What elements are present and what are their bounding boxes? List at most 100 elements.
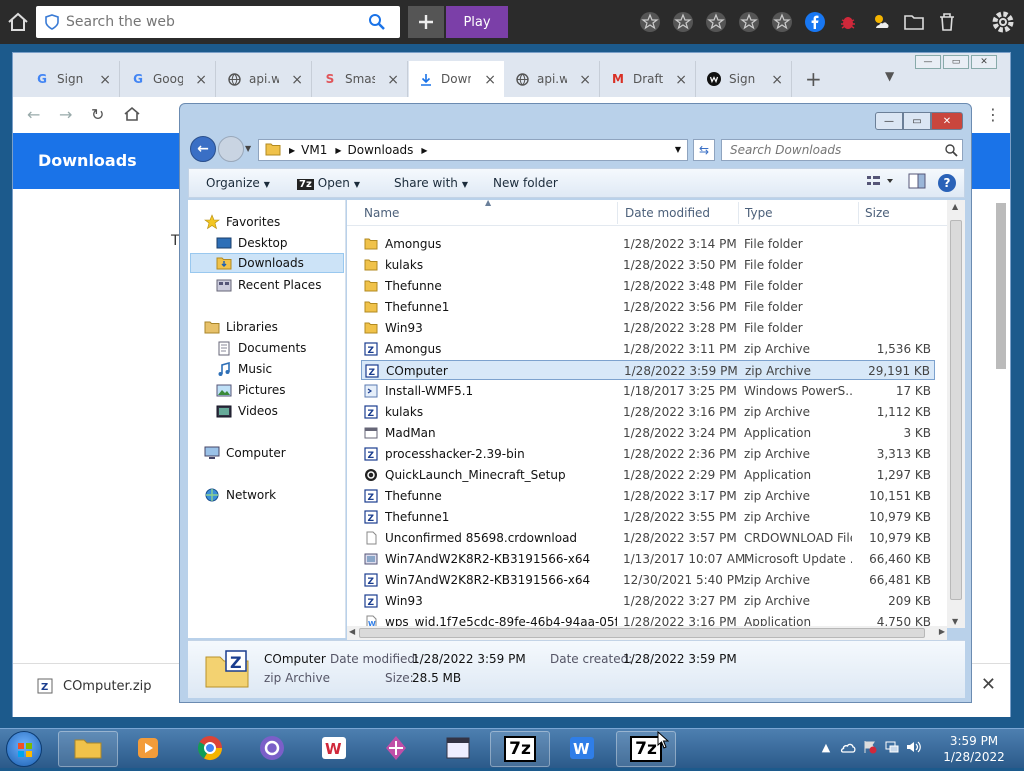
facebook-icon[interactable] (801, 8, 829, 36)
search-icon[interactable] (944, 143, 958, 157)
chevron-right-icon[interactable]: ▶ (289, 146, 295, 155)
close-icon[interactable]: ✕ (971, 55, 997, 69)
chevron-up-icon[interactable]: ▲ (818, 739, 834, 755)
file-row[interactable]: Win93 1/28/2022 3:28 PM File folder (361, 318, 935, 338)
taskbar-wps-office[interactable]: W (554, 731, 610, 767)
close-icon[interactable]: × (195, 72, 207, 88)
add-button[interactable] (408, 6, 444, 38)
gear-icon[interactable] (990, 9, 1016, 35)
new-tab-button[interactable]: + (805, 67, 822, 91)
close-icon[interactable]: × (771, 72, 783, 88)
home-icon[interactable] (123, 105, 141, 127)
tab-sign-in[interactable]: G Sign in × (25, 61, 120, 97)
tab-api-wp[interactable]: api.wp × (217, 61, 312, 97)
column-divider[interactable] (858, 202, 859, 224)
nav-videos[interactable]: Videos (216, 401, 278, 421)
taskbar-app-spark[interactable] (368, 731, 424, 767)
nav-recent-places[interactable]: Recent Places (216, 275, 321, 295)
tab-sign-up[interactable]: Sign up × (697, 61, 792, 97)
scrollbar-thumb[interactable] (996, 203, 1006, 369)
nav-computer[interactable]: Computer (204, 443, 286, 463)
play-button[interactable]: Play (446, 6, 508, 38)
home-icon[interactable] (6, 10, 30, 34)
file-row[interactable]: Win7AndW2K8R2-KB3191566-x64 1/13/2017 10:… (361, 549, 935, 569)
file-row[interactable]: Thefunne1 1/28/2022 3:56 PM File folder (361, 297, 935, 317)
page-scrollbar[interactable] (994, 193, 1006, 651)
close-icon[interactable]: ✕ (981, 674, 996, 695)
share-with-button[interactable]: Share with ▼ (394, 176, 468, 190)
taskbar-app-window[interactable] (430, 731, 486, 767)
file-row[interactable]: Zprocesshacker-2.39-bin 1/28/2022 2:36 PM… (361, 444, 935, 464)
nav-pictures[interactable]: Pictures (216, 380, 286, 400)
flag-icon[interactable] (862, 739, 878, 755)
network-tray-icon[interactable] (884, 739, 900, 755)
taskbar-chrome[interactable] (182, 731, 238, 767)
cloud-sync-icon[interactable] (840, 739, 856, 755)
start-button[interactable] (6, 731, 42, 767)
file-row[interactable]: kulaks 1/28/2022 3:50 PM File folder (361, 255, 935, 275)
scrollbar-thumb[interactable] (359, 628, 925, 638)
chevron-right-icon[interactable]: ▶ (335, 146, 341, 155)
chevron-down-icon[interactable]: ▼ (245, 144, 251, 153)
chevron-down-icon[interactable]: ▼ (885, 69, 894, 83)
minimize-icon[interactable]: — (915, 55, 941, 69)
star-icon[interactable] (669, 8, 697, 36)
trash-icon[interactable] (933, 8, 961, 36)
web-search-input[interactable] (64, 11, 364, 33)
taskbar-wps-writer[interactable]: W (306, 731, 362, 767)
tab-api-wp-2[interactable]: api.wp × (505, 61, 600, 97)
download-filename[interactable]: COmputer.zip (63, 679, 152, 694)
column-header-name[interactable]: Name (364, 206, 399, 220)
column-header-type[interactable]: Type (745, 206, 773, 220)
nav-documents[interactable]: Documents (216, 338, 306, 358)
forward-arrow-icon[interactable] (218, 136, 244, 162)
breadcrumb-downloads[interactable]: Downloads (348, 143, 414, 157)
file-list-horizontal-scrollbar[interactable]: ◀ ▶ (347, 626, 947, 640)
nav-downloads[interactable]: Downloads (190, 253, 344, 273)
folder-icon[interactable] (900, 8, 928, 36)
scrollbar-thumb[interactable] (950, 220, 962, 600)
tab-downloads[interactable]: Downloads × (409, 61, 504, 97)
scroll-down-icon[interactable]: ▼ (952, 617, 958, 626)
scroll-up-icon[interactable]: ▲ (952, 202, 958, 211)
file-row[interactable]: Z Win93 1/28/2022 3:27 PM zip Archive 209 KB (361, 591, 935, 611)
explorer-search-input[interactable] (728, 142, 938, 158)
view-options-icon[interactable] (866, 174, 896, 191)
file-row[interactable]: Zkulaks 1/28/2022 3:16 PM zip Archive 1,112… (361, 402, 935, 422)
tab-drafts[interactable]: M Drafts × (601, 61, 696, 97)
scroll-right-icon[interactable]: ▶ (939, 627, 945, 636)
search-icon[interactable] (368, 13, 386, 31)
breadcrumb-vm1[interactable]: VM1 (301, 143, 327, 157)
file-row[interactable]: MadMan 1/28/2022 3:24 PM Application 3 KB (361, 423, 935, 443)
close-icon[interactable]: × (291, 72, 303, 88)
chevron-right-icon[interactable]: ▶ (421, 146, 427, 155)
close-icon[interactable]: × (675, 72, 687, 88)
tab-google[interactable]: G Google × (121, 61, 216, 97)
column-divider[interactable] (617, 202, 618, 224)
file-row[interactable]: Z Thefunne 1/28/2022 3:17 PM zip Archive 10,… (361, 486, 935, 506)
volume-icon[interactable] (906, 739, 922, 755)
close-icon[interactable]: × (99, 72, 111, 88)
star-icon[interactable] (702, 8, 730, 36)
address-bar[interactable]: ▶ VM1 ▶ Downloads ▶ ▼ (258, 139, 688, 161)
column-header-date[interactable]: Date modified (625, 206, 710, 220)
nav-desktop[interactable]: Desktop (216, 233, 288, 253)
weather-icon[interactable] (867, 8, 895, 36)
scroll-left-icon[interactable]: ◀ (349, 627, 355, 636)
maximize-icon[interactable]: ▭ (903, 112, 931, 130)
forward-arrow-icon[interactable]: → (59, 105, 72, 124)
taskbar-explorer[interactable] (58, 731, 118, 767)
close-icon[interactable]: × (387, 72, 399, 88)
close-icon[interactable]: × (484, 72, 496, 88)
new-folder-button[interactable]: New folder (493, 176, 558, 190)
star-icon[interactable] (636, 8, 664, 36)
minimize-icon[interactable]: — (875, 112, 903, 130)
file-row[interactable]: Thefunne 1/28/2022 3:48 PM File folder (361, 276, 935, 296)
back-arrow-icon[interactable]: ← (27, 105, 40, 124)
taskbar-app-ring[interactable] (244, 731, 300, 767)
help-icon[interactable]: ? (938, 173, 956, 192)
close-icon[interactable]: × (579, 72, 591, 88)
back-arrow-icon[interactable]: ← (190, 136, 216, 162)
file-row[interactable]: Install-WMF5.1 1/18/2017 3:25 PM Windows P… (361, 381, 935, 401)
file-row[interactable]: Z COmputer 1/28/2022 3:59 PM zip Archive 29,… (361, 360, 935, 380)
